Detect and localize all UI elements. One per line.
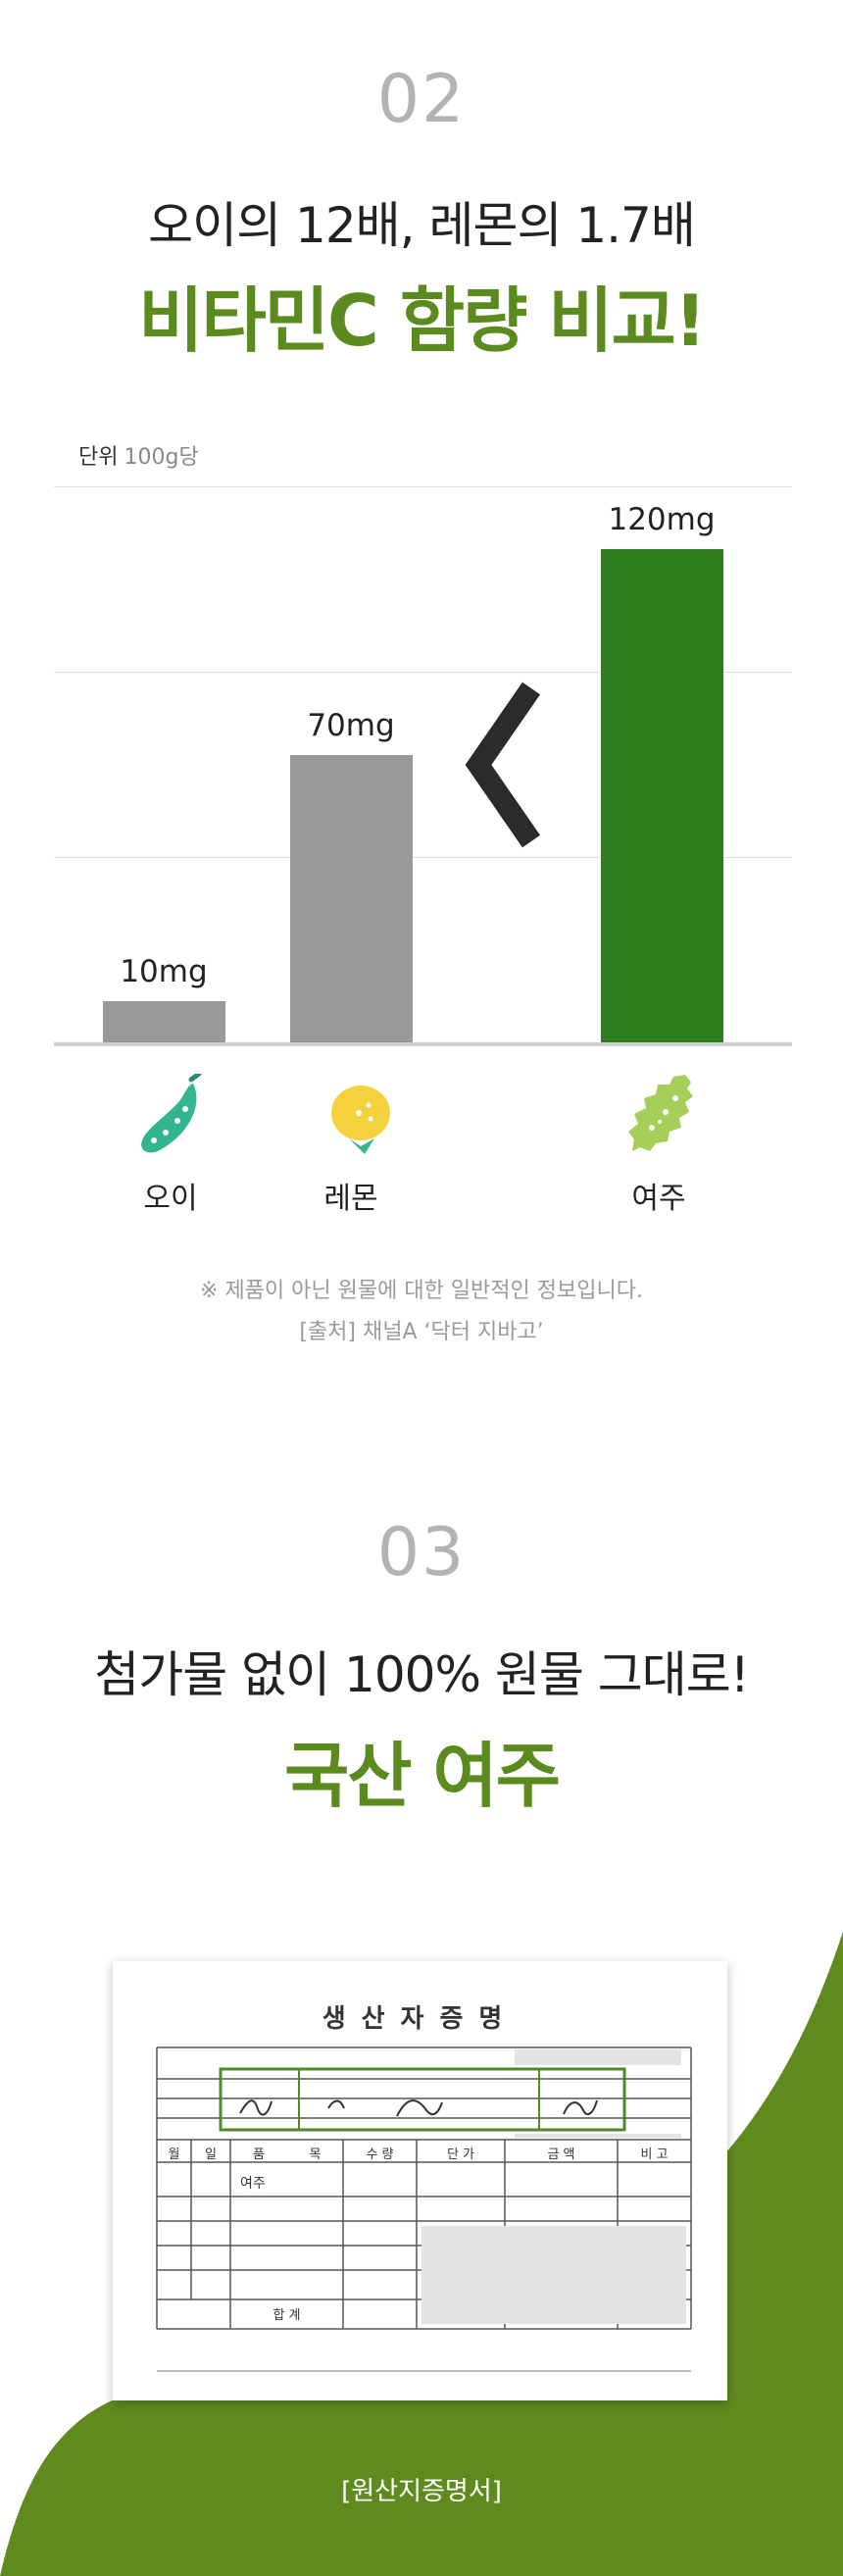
section2-subtitle: 오이의 12배, 레몬의 1.7배 bbox=[148, 197, 696, 254]
document-column-headers: 월 일 품 목 수 량 단 가 금 액 비 고 bbox=[157, 2144, 691, 2162]
document-column: 일 bbox=[205, 2147, 217, 2162]
document-column: 금 액 bbox=[547, 2147, 575, 2162]
document-total-label: 합 계 bbox=[273, 2308, 301, 2323]
item-label-bitter-melon: 여주 bbox=[631, 1182, 686, 1216]
bitter-melon-icon bbox=[628, 1075, 693, 1151]
data-label-cucumber: 10mg bbox=[120, 954, 208, 990]
document-column: 수 량 bbox=[366, 2147, 394, 2162]
section-number-02: 02 bbox=[376, 61, 467, 138]
chart-baseline bbox=[54, 1042, 792, 1046]
disclaimer-note: ※ 제품이 아닌 원물에 대한 일반적인 정보입니다. bbox=[200, 1279, 643, 1303]
bar-bitter-melon bbox=[600, 549, 723, 1042]
document-column: 비 고 bbox=[640, 2147, 669, 2162]
item-label-lemon: 레몬 bbox=[323, 1182, 378, 1216]
document-column: 월 bbox=[168, 2147, 180, 2162]
section3-subtitle: 첨가물 없이 100% 원물 그대로! bbox=[94, 1646, 750, 1703]
data-label-lemon: 70mg bbox=[307, 707, 395, 743]
certificate-caption: [원산지증명서] bbox=[341, 2477, 502, 2506]
bar-cucumber bbox=[102, 1001, 225, 1042]
less-than-icon bbox=[465, 682, 541, 848]
grid-line bbox=[54, 486, 792, 487]
bar-lemon bbox=[289, 754, 413, 1042]
data-label-bitter-melon: 120mg bbox=[608, 502, 716, 537]
certificate-document: 생산자증명 월 일 품 목 수 량 단 가 금 액 비 고 여주 합 계 bbox=[113, 1961, 727, 2400]
unit-label: 단위 100g당 bbox=[78, 439, 199, 471]
document-column: 품 bbox=[253, 2147, 265, 2162]
document-column: 목 bbox=[309, 2147, 322, 2162]
item-label-cucumber: 오이 bbox=[143, 1182, 198, 1216]
unit-label-value: 100g당 bbox=[124, 445, 199, 470]
section-number-03: 03 bbox=[376, 1514, 467, 1591]
lemon-icon bbox=[331, 1086, 390, 1154]
document-table-lines bbox=[156, 2046, 692, 2372]
section3-headline: 국산 여주 bbox=[283, 1735, 561, 1817]
cucumber-icon bbox=[141, 1074, 202, 1153]
document-item: 여주 bbox=[240, 2176, 266, 2192]
section2-headline: 비타민C 함량 비교! bbox=[138, 279, 707, 362]
source-note: [출처] 채널A ‘닥터 지바고’ bbox=[299, 1320, 544, 1344]
document-column: 단 가 bbox=[446, 2147, 475, 2162]
unit-label-key: 단위 bbox=[78, 445, 119, 470]
